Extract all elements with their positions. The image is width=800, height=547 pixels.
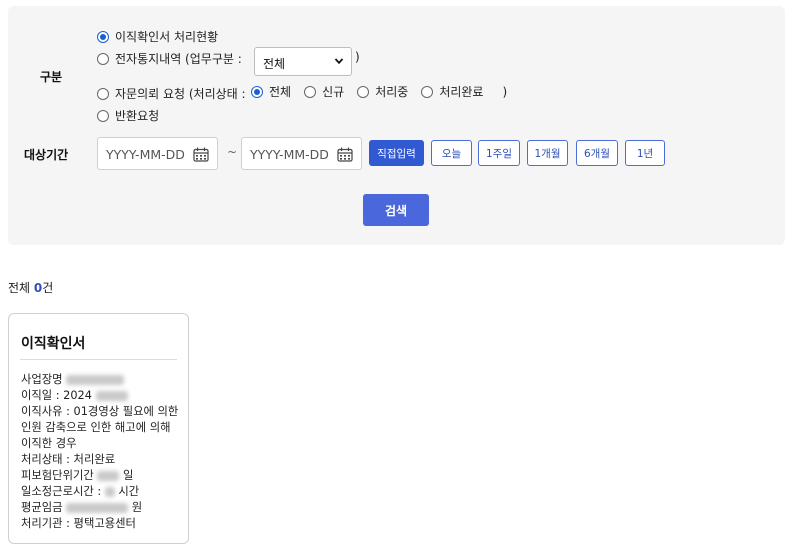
radio-option-advisory-request[interactable]: 자문의뢰 요청 (처리상태 : [97,85,246,102]
radio-icon[interactable] [97,87,109,100]
card-insured-period-unit: 일 [122,469,134,482]
card-divider [20,359,177,360]
search-button[interactable]: 검색 [363,194,429,226]
redacted-text [66,503,129,513]
radio-option-return-request[interactable]: 반환요청 [97,107,159,124]
radio-option-label: 전자통지내역 (업무구분 : [115,52,242,66]
card-hours-unit: 시간 [118,485,140,498]
card-hours-label: 일소정근로시간 : [21,485,102,498]
card-company: 사업장명 [21,372,181,388]
period-1month-button[interactable]: 1개월 [527,140,568,166]
status-option-label: 처리중 [375,85,409,99]
status-option-new[interactable]: 신규 [304,83,344,100]
card-insured-period-label: 피보험단위기간 [21,469,94,482]
total-suffix: 건 [42,281,54,295]
radio-option-electronic-notice[interactable]: 전자통지내역 (업무구분 : [97,50,242,67]
radio-icon[interactable] [97,109,109,122]
status-option-label: 전체 [269,85,292,99]
status-option-label: 처리완료 [439,85,484,99]
card-body: 사업장명 이직일 : 2024 이직사유 : 01경영상 필요에 의한 인원 감… [21,372,181,532]
period-1year-button[interactable]: 1년 [625,140,665,166]
radio-icon[interactable] [304,85,317,98]
card-leave-date: 이직일 : 2024 [21,388,181,404]
end-date-placeholder: YYYY-MM-DD [250,147,329,162]
radio-option-label: 반환요청 [115,109,160,123]
card-wage-unit: 원 [131,501,143,514]
close-paren: ) [502,84,508,99]
calendar-icon[interactable] [337,147,353,162]
start-date-placeholder: YYYY-MM-DD [106,147,185,162]
direct-input-button[interactable]: 직접입력 [369,140,424,166]
redacted-text [95,391,128,401]
radio-option-leave-confirmation[interactable]: 이직확인서 처리현황 [97,28,218,45]
card-agency: 처리기관 : 평택고용센터 [21,517,136,530]
result-card[interactable]: 이직확인서 사업장명 이직일 : 2024 이직사유 : 01경영상 필요에 의… [8,313,189,544]
date-range-tilde: ~ [227,145,238,159]
work-type-select-value: 전체 [263,57,286,71]
status-option-label: 신규 [322,85,345,99]
status-option-completed[interactable]: 처리완료 [421,83,483,100]
category-label: 구분 [40,70,63,84]
radio-checked-icon[interactable] [251,85,263,98]
card-reason: 이직사유 : 01경영상 필요에 의한 인원 감축으로 인한 해고에 의해 이직… [21,405,179,450]
calendar-icon[interactable] [193,147,209,162]
radio-icon[interactable] [357,85,370,98]
end-date-input[interactable]: YYYY-MM-DD [241,137,362,170]
card-wage: 평균임금 원 [21,500,181,516]
card-insured-period: 피보험단위기간 일 [21,468,181,484]
radio-option-label: 이직확인서 처리현황 [115,30,219,44]
redacted-text [66,375,125,385]
status-radio-group: 전체 신규 처리중 처리완료 ) [251,83,507,100]
total-count: 0 [33,281,43,295]
period-today-button[interactable]: 오늘 [431,140,472,166]
redacted-text [97,471,120,481]
period-1week-button[interactable]: 1주일 [478,140,520,166]
card-company-label: 사업장명 [21,373,63,386]
start-date-input[interactable]: YYYY-MM-DD [97,137,218,170]
card-hours: 일소정근로시간 : 시간 [21,484,181,500]
radio-option-label: 자문의뢰 요청 (처리상태 : [115,87,246,101]
period-6month-button[interactable]: 6개월 [576,140,618,166]
status-option-all[interactable]: 전체 [251,83,291,100]
close-paren: ) [355,50,360,64]
work-type-select[interactable]: 전체 [254,47,352,76]
card-status: 처리상태 : 처리완료 [21,453,116,466]
radio-checked-icon[interactable] [97,30,109,43]
radio-icon[interactable] [97,52,109,65]
period-label: 대상기간 [24,148,69,162]
card-leave-date-label: 이직일 : 2024 [21,389,92,402]
chevron-down-icon [334,58,344,65]
status-option-processing[interactable]: 처리중 [357,83,408,100]
card-wage-label: 평균임금 [21,501,63,514]
radio-icon[interactable] [421,85,434,98]
results-total: 전체 0건 [8,279,53,296]
card-title: 이직확인서 [21,336,86,352]
redacted-text [104,487,115,497]
total-prefix: 전체 [8,281,34,295]
